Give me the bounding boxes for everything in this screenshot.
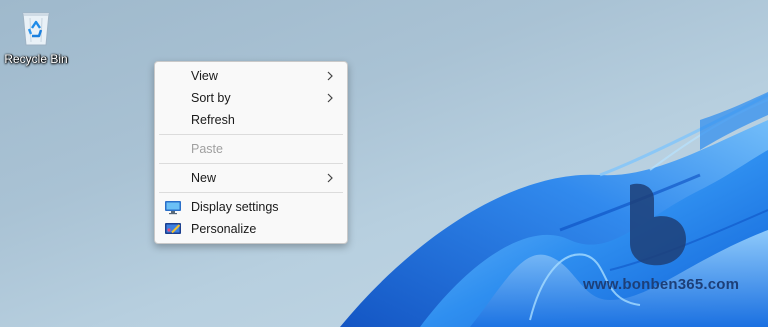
desktop-icon-recycle-bin[interactable]: Recycle Bin bbox=[2, 4, 70, 66]
menu-separator bbox=[159, 163, 343, 164]
menu-item-personalize[interactable]: Personalize bbox=[155, 218, 347, 240]
recycle-bin-icon bbox=[22, 12, 50, 46]
menu-item-new[interactable]: New bbox=[155, 167, 347, 189]
menu-item-label: New bbox=[191, 171, 217, 185]
chevron-right-icon bbox=[327, 173, 333, 183]
menu-item-refresh[interactable]: Refresh bbox=[155, 109, 347, 131]
menu-item-sort-by[interactable]: Sort by bbox=[155, 87, 347, 109]
menu-item-label: Personalize bbox=[191, 222, 257, 236]
menu-item-label: Display settings bbox=[191, 200, 279, 214]
menu-item-label: View bbox=[191, 69, 218, 83]
menu-item-display-settings[interactable]: Display settings bbox=[155, 196, 347, 218]
chevron-right-icon bbox=[327, 93, 333, 103]
menu-item-view[interactable]: View bbox=[155, 65, 347, 87]
chevron-right-icon bbox=[327, 71, 333, 81]
desktop[interactable]: Recycle Bin View Sort by Refresh Paste N… bbox=[0, 0, 768, 327]
desktop-context-menu: View Sort by Refresh Paste New Display s… bbox=[154, 61, 348, 244]
menu-item-label: Sort by bbox=[191, 91, 231, 105]
display-icon bbox=[165, 201, 181, 215]
menu-item-label: Refresh bbox=[191, 113, 235, 127]
menu-item-label: Paste bbox=[191, 142, 223, 156]
menu-separator bbox=[159, 192, 343, 193]
menu-separator bbox=[159, 134, 343, 135]
watermark-text: www.bonben365.com bbox=[583, 276, 740, 293]
menu-item-paste: Paste bbox=[155, 138, 347, 160]
desktop-icon-label: Recycle Bin bbox=[4, 52, 68, 66]
personalize-icon bbox=[165, 223, 181, 234]
watermark-logo-icon bbox=[630, 183, 686, 266]
